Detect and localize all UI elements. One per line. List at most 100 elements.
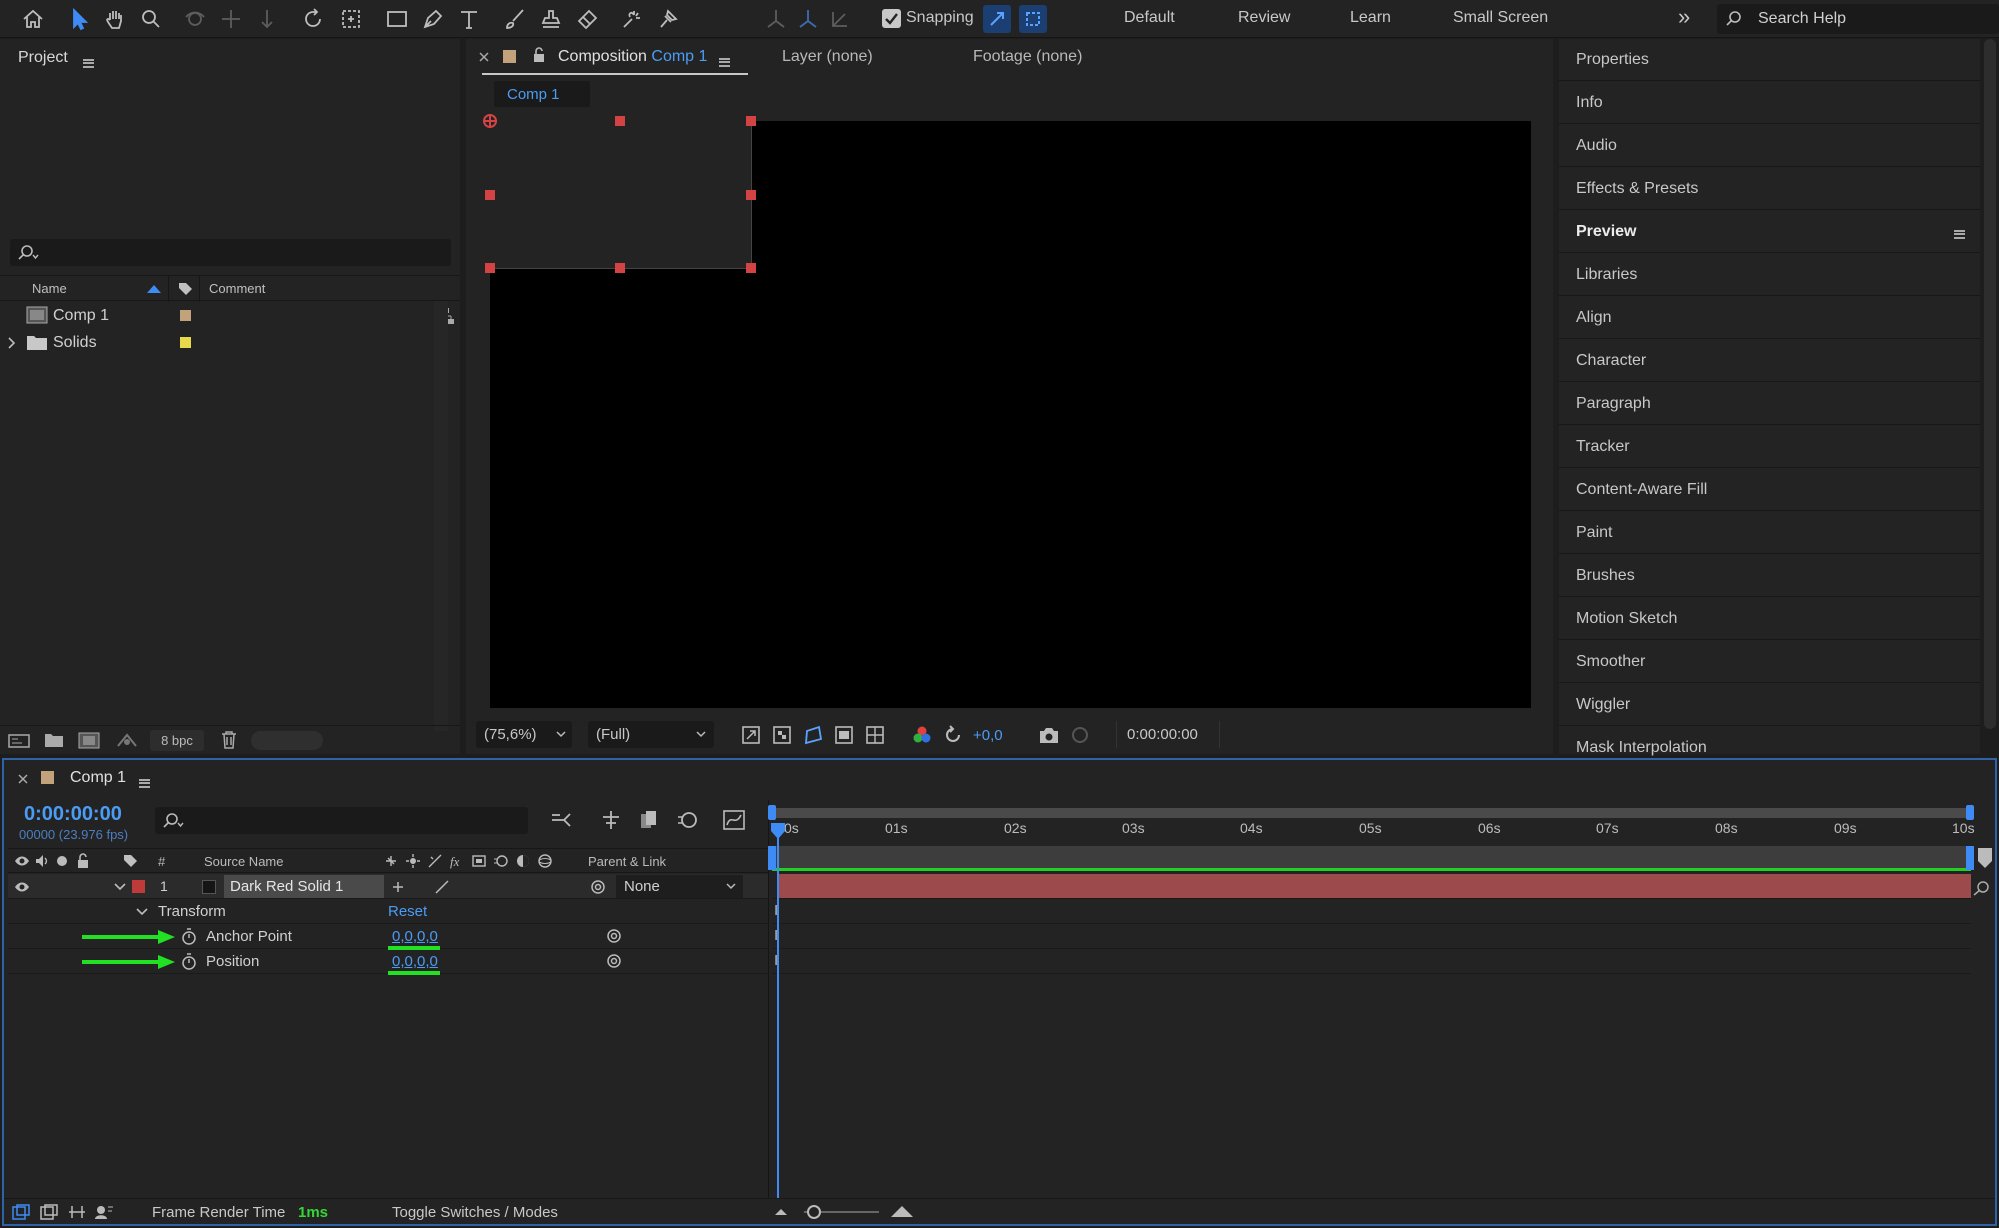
stopwatch-icon[interactable] bbox=[181, 928, 197, 945]
grid-guides-icon[interactable] bbox=[865, 725, 885, 745]
close-icon[interactable] bbox=[18, 774, 28, 784]
clone-stamp-tool-icon[interactable] bbox=[536, 4, 566, 34]
reset-exposure-icon[interactable] bbox=[943, 725, 963, 745]
close-icon[interactable] bbox=[479, 52, 489, 62]
solo-icon[interactable] bbox=[56, 855, 68, 867]
layer-handle[interactable] bbox=[746, 263, 756, 273]
anchor-point-handle[interactable] bbox=[483, 114, 497, 128]
timeline-search-input[interactable] bbox=[155, 807, 528, 834]
chevron-down-icon[interactable] bbox=[114, 883, 126, 891]
timeline-comp-tab[interactable]: Comp 1 bbox=[70, 769, 126, 787]
list-item[interactable]: Comp 1 bbox=[0, 302, 460, 329]
work-area-start-handle[interactable] bbox=[768, 846, 776, 870]
transparency-grid-icon[interactable] bbox=[772, 725, 792, 745]
snap-features-button[interactable] bbox=[1019, 5, 1047, 33]
snap-edges-button[interactable] bbox=[983, 5, 1011, 33]
transfer-controls-pane-icon[interactable] bbox=[40, 1204, 58, 1220]
properties-panel[interactable]: Properties bbox=[1559, 39, 1980, 81]
quality-switch-icon[interactable] bbox=[434, 879, 450, 895]
pen-tool-icon[interactable] bbox=[418, 4, 448, 34]
project-panel-title[interactable]: Project bbox=[18, 49, 68, 67]
content-aware-fill-panel[interactable]: Content-Aware Fill bbox=[1559, 469, 1980, 511]
magnification-dropdown[interactable]: (75,6%) bbox=[476, 721, 572, 748]
paint-panel[interactable]: Paint bbox=[1559, 512, 1980, 554]
label-color-swatch[interactable] bbox=[180, 310, 191, 321]
motion-blur-icon[interactable] bbox=[676, 809, 698, 831]
zoom-out-icon[interactable] bbox=[774, 1207, 788, 1217]
snap-world-axis-icon[interactable] bbox=[825, 4, 855, 34]
right-panels-scrollbar[interactable] bbox=[1984, 39, 1996, 729]
roto-brush-tool-icon[interactable] bbox=[617, 4, 647, 34]
pan-camera-icon[interactable] bbox=[216, 4, 246, 34]
navigator-start-handle[interactable] bbox=[768, 805, 776, 820]
sort-ascending-icon[interactable] bbox=[147, 285, 161, 293]
label-color-swatch[interactable] bbox=[180, 337, 191, 348]
rotate-tool-icon[interactable] bbox=[298, 4, 328, 34]
label-tag-icon[interactable] bbox=[177, 281, 193, 297]
reset-transform-link[interactable]: Reset bbox=[388, 903, 427, 920]
source-name-column-header[interactable]: Source Name bbox=[204, 854, 283, 869]
snapping-checkbox[interactable] bbox=[882, 9, 901, 28]
info-panel[interactable]: Info bbox=[1559, 82, 1980, 124]
paragraph-panel[interactable]: Paragraph bbox=[1559, 383, 1980, 425]
chevron-right-icon[interactable] bbox=[8, 337, 16, 349]
composition-tab[interactable]: Composition Comp 1 bbox=[558, 48, 707, 66]
project-scrollbar[interactable] bbox=[434, 301, 448, 731]
chevron-down-icon[interactable] bbox=[136, 908, 148, 916]
preview-panel[interactable]: Preview bbox=[1559, 211, 1980, 253]
new-folder-icon[interactable] bbox=[44, 732, 64, 748]
frame-blend-switch-icon[interactable] bbox=[471, 853, 487, 869]
trash-icon[interactable] bbox=[221, 731, 237, 749]
exposure-value[interactable]: +0,0 bbox=[973, 727, 1003, 744]
project-settings-icon[interactable] bbox=[115, 731, 139, 749]
transform-group-row[interactable]: Transform Reset bbox=[8, 899, 768, 924]
tracker-panel[interactable]: Tracker bbox=[1559, 426, 1980, 468]
current-time-display[interactable]: 0:00:00:00 bbox=[24, 803, 122, 826]
work-area-bar[interactable] bbox=[772, 846, 1971, 870]
more-workspaces-button[interactable]: » bbox=[1678, 4, 1690, 30]
layer-switches-pane-icon[interactable] bbox=[12, 1204, 30, 1220]
lock-icon[interactable] bbox=[76, 853, 90, 869]
type-tool-icon[interactable] bbox=[454, 4, 484, 34]
home-icon[interactable] bbox=[18, 4, 48, 34]
parent-link-dropdown[interactable]: None bbox=[616, 875, 743, 898]
layer-row[interactable]: 1 Dark Red Solid 1 None bbox=[8, 874, 768, 899]
project-panel-menu-icon[interactable] bbox=[83, 58, 94, 68]
motion-sketch-panel[interactable]: Motion Sketch bbox=[1559, 598, 1980, 640]
anchor-point-row[interactable]: Anchor Point 0,0,0,0 bbox=[8, 924, 768, 950]
snapshot-camera-icon[interactable] bbox=[1038, 725, 1060, 745]
layer-handle[interactable] bbox=[485, 190, 495, 200]
shy-switch-icon[interactable] bbox=[390, 879, 406, 895]
brushes-panel[interactable]: Brushes bbox=[1559, 555, 1980, 597]
layer-handle[interactable] bbox=[485, 263, 495, 273]
layer-handle[interactable] bbox=[615, 263, 625, 273]
effect-fx-icon[interactable]: fx bbox=[449, 853, 465, 869]
layer-handle[interactable] bbox=[746, 190, 756, 200]
render-time-pane-icon[interactable] bbox=[94, 1204, 114, 1220]
breadcrumb[interactable]: Comp 1 bbox=[494, 81, 590, 107]
orbit-camera-icon[interactable] bbox=[180, 4, 210, 34]
collapse-transformations-icon[interactable] bbox=[405, 853, 421, 869]
audio-panel[interactable]: Audio bbox=[1559, 125, 1980, 167]
puppet-pin-tool-icon[interactable] bbox=[653, 4, 683, 34]
layer-handle[interactable] bbox=[746, 116, 756, 126]
stopwatch-icon[interactable] bbox=[181, 953, 197, 970]
3d-layer-icon[interactable] bbox=[537, 853, 553, 869]
work-area-navigator[interactable] bbox=[772, 808, 1971, 818]
zoom-in-icon[interactable] bbox=[890, 1203, 914, 1219]
pickwhip-icon[interactable] bbox=[606, 953, 622, 969]
eraser-tool-icon[interactable] bbox=[572, 4, 602, 34]
rectangle-tool-icon[interactable] bbox=[382, 4, 412, 34]
layer-tab[interactable]: Layer (none) bbox=[782, 48, 873, 66]
smoother-panel[interactable]: Smoother bbox=[1559, 641, 1980, 683]
layer-duration-bar[interactable] bbox=[779, 874, 1971, 898]
workspace-small-screen[interactable]: Small Screen bbox=[1453, 9, 1548, 27]
resolution-dropdown[interactable]: (Full) bbox=[588, 721, 714, 748]
mask-visibility-icon[interactable] bbox=[803, 725, 823, 745]
playhead-line[interactable] bbox=[777, 826, 779, 1200]
mask-interpolation-panel[interactable]: Mask Interpolation bbox=[1559, 727, 1980, 756]
footage-tab[interactable]: Footage (none) bbox=[973, 48, 1082, 66]
lock-icon[interactable] bbox=[532, 47, 546, 63]
interpret-footage-icon[interactable] bbox=[8, 733, 30, 749]
list-item[interactable]: Solids bbox=[0, 329, 460, 356]
